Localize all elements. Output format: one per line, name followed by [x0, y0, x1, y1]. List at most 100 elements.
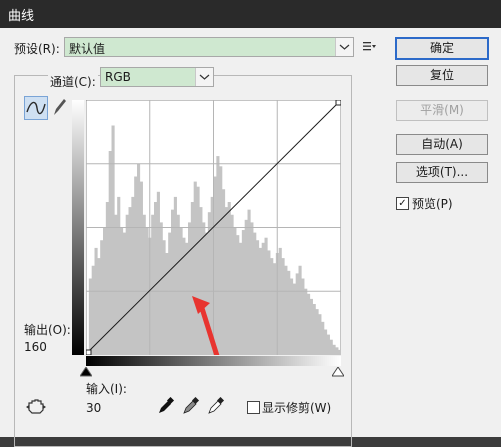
histogram-bar: [239, 242, 243, 355]
channel-select[interactable]: RGB: [100, 67, 214, 87]
histogram-bar: [139, 181, 143, 355]
preset-select[interactable]: 默认值: [64, 37, 354, 57]
curve-point-black[interactable]: [85, 349, 92, 356]
histogram-bar: [312, 304, 316, 355]
eyedropper-gray-icon[interactable]: [182, 396, 200, 418]
histogram-bar: [264, 237, 268, 355]
histogram-bar: [224, 207, 228, 355]
window-title: 曲线: [8, 9, 35, 24]
eyedropper-black-icon[interactable]: [157, 396, 175, 418]
histogram-bar: [125, 214, 129, 355]
output-gradient-bar: [72, 100, 84, 355]
histogram-bar: [281, 258, 285, 355]
histogram-bar: [329, 339, 333, 355]
eyedropper-white-icon[interactable]: [207, 396, 225, 418]
input-value[interactable]: 30: [86, 401, 101, 415]
histogram-bar: [290, 278, 294, 355]
histogram-bar: [309, 298, 313, 355]
input-gradient-bar: [86, 356, 341, 366]
histogram-bar: [199, 207, 203, 355]
hand-adjust-icon[interactable]: [26, 398, 48, 419]
histogram-bar: [88, 278, 92, 355]
histogram-bar: [156, 191, 160, 355]
curves-dialog: 预设(R): 默认值 确定 复位 平滑(M) 自动(A) 选项(T)... ✓ …: [0, 28, 501, 447]
histogram-bar: [216, 156, 220, 355]
histogram-bar: [292, 283, 296, 355]
input-label: 输入(I):: [86, 382, 127, 396]
histogram-bar: [273, 263, 277, 355]
histogram-bar: [117, 196, 121, 355]
chevron-down-icon: [195, 68, 213, 86]
histogram-bar: [173, 196, 177, 355]
white-point-slider-icon[interactable]: [331, 366, 345, 380]
histogram-bar: [91, 265, 95, 355]
histogram-bar: [267, 250, 271, 355]
histogram-bar: [108, 151, 112, 355]
histogram-bar: [261, 242, 265, 355]
histogram-bar: [162, 240, 166, 355]
smooth-button[interactable]: 平滑(M): [396, 100, 488, 121]
histogram-bar: [326, 334, 330, 355]
histogram-bar: [188, 222, 192, 355]
histogram-bar: [176, 214, 180, 355]
output-label: 输出(O):: [24, 323, 71, 337]
histogram-bar: [165, 253, 169, 355]
histogram-bar: [151, 214, 155, 355]
preset-menu-icon[interactable]: [362, 39, 376, 56]
chevron-down-icon: [335, 38, 353, 56]
histogram-bar: [256, 240, 260, 355]
histogram-bar: [205, 232, 209, 355]
histogram-bar: [295, 273, 299, 355]
reset-button[interactable]: 复位: [396, 65, 488, 86]
histogram-bar: [190, 202, 194, 355]
histogram-bar: [244, 219, 248, 355]
options-button[interactable]: 选项(T)...: [396, 162, 488, 183]
histogram-bar: [241, 230, 245, 355]
histogram-bar: [321, 321, 325, 355]
histogram-bar: [270, 258, 274, 355]
histogram-bar: [142, 214, 146, 355]
output-value[interactable]: 160: [24, 340, 47, 354]
histogram-bar: [301, 278, 305, 355]
histogram-bar: [258, 247, 262, 355]
curve-tool-icon[interactable]: [24, 96, 48, 120]
histogram-bar: [111, 125, 115, 355]
show-clipping-checkbox[interactable]: [247, 401, 260, 414]
pencil-icon[interactable]: [50, 96, 68, 121]
curve-point-white[interactable]: [335, 99, 342, 106]
histogram-bar: [193, 181, 197, 355]
show-clipping-label: 显示修剪(W): [262, 401, 332, 415]
histogram-bar: [338, 349, 342, 355]
histogram-bar: [335, 347, 339, 355]
histogram-bar: [318, 314, 322, 355]
histogram-bar: [94, 247, 98, 355]
histogram-bar: [227, 202, 231, 355]
curve-graph[interactable]: [85, 99, 342, 395]
black-point-slider-icon[interactable]: [79, 366, 93, 380]
histogram-bar: [332, 344, 336, 355]
curve-svg[interactable]: [85, 99, 342, 395]
histogram-bar: [324, 329, 328, 355]
histogram-bar: [196, 186, 200, 355]
histogram-bar: [122, 232, 126, 355]
auto-button[interactable]: 自动(A): [396, 134, 488, 155]
histogram-bar: [171, 209, 175, 355]
histogram-bar: [134, 176, 138, 355]
histogram-bar: [284, 265, 288, 355]
histogram-bar: [315, 309, 319, 355]
channel-value: RGB: [105, 70, 131, 84]
histogram-bar: [137, 163, 141, 355]
preview-checkbox[interactable]: ✓: [396, 197, 409, 210]
preview-label: 预览(P): [412, 197, 453, 211]
ok-button[interactable]: 确定: [395, 37, 489, 60]
histogram-bar: [154, 202, 158, 355]
histogram-bar: [131, 196, 135, 355]
histogram-bar: [298, 265, 302, 355]
title-bar: 曲线: [0, 0, 501, 28]
histogram-bar: [114, 214, 118, 355]
histogram-bar: [222, 189, 226, 355]
histogram-bar: [250, 222, 254, 355]
histogram-bar: [236, 235, 240, 355]
histogram-bar: [304, 288, 308, 355]
histogram-bar: [307, 293, 311, 355]
